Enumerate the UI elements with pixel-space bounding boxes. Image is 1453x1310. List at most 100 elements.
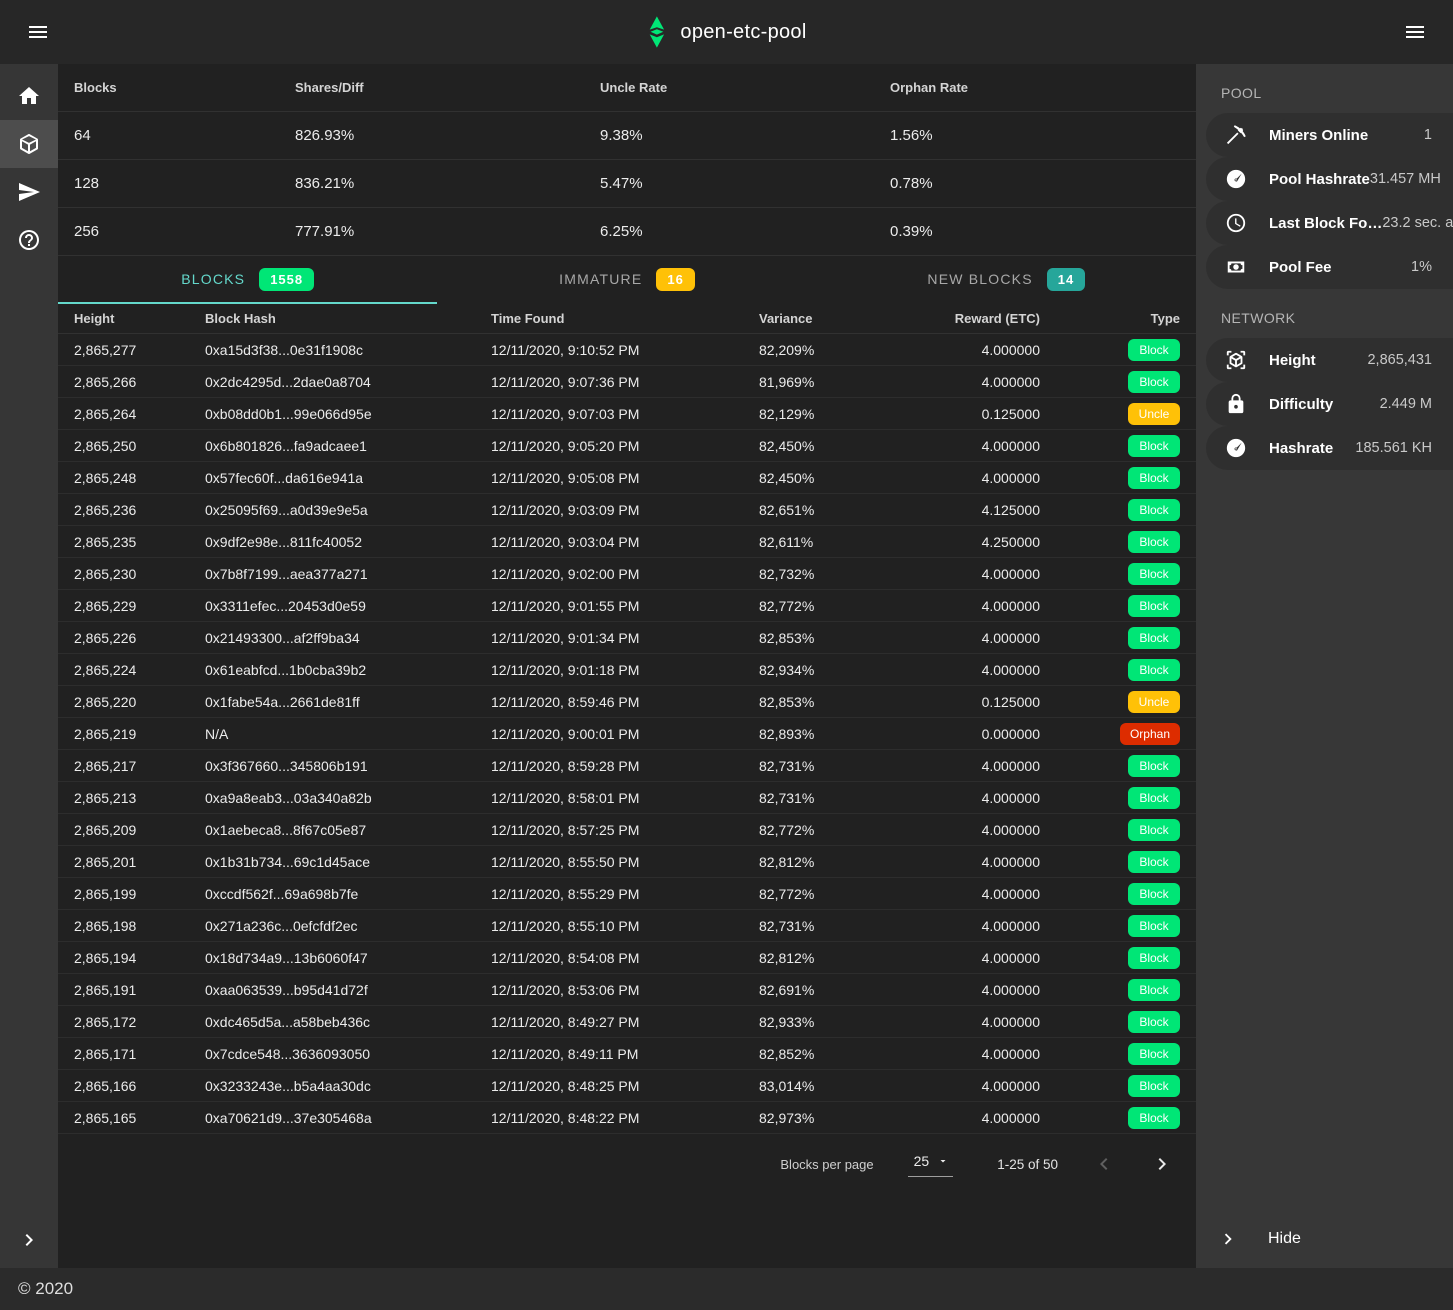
stat-value: 185.561 KH	[1355, 440, 1432, 456]
table-row[interactable]: 2,865,277 0xa15d3f38...0e31f1908c 12/11/…	[58, 334, 1196, 366]
stat-pool-fee: Pool Fee 1%	[1206, 245, 1453, 289]
nav-help[interactable]	[0, 216, 58, 264]
nav-payments[interactable]	[0, 168, 58, 216]
type-badge: Block	[1128, 787, 1180, 809]
stat-label: Miners Online	[1269, 127, 1368, 144]
table-row[interactable]: 2,865,224 0x61eabfcd...1b0cba39b2 12/11/…	[58, 654, 1196, 686]
type-badge: Block	[1128, 1011, 1180, 1033]
table-row[interactable]: 2,865,219 N/A 12/11/2020, 9:00:01 PM 82,…	[58, 718, 1196, 750]
type-badge: Block	[1128, 467, 1180, 489]
stat-miners-online: Miners Online 1	[1206, 113, 1453, 157]
table-row[interactable]: 2,865,172 0xdc465d5a...a58beb436c 12/11/…	[58, 1006, 1196, 1038]
table-row[interactable]: 2,865,166 0x3233243e...b5a4aa30dc 12/11/…	[58, 1070, 1196, 1102]
type-badge: Block	[1128, 915, 1180, 937]
hide-drawer-button[interactable]: Hide	[1196, 1210, 1453, 1268]
chevron-right-icon	[1150, 1152, 1174, 1176]
menu-right-button[interactable]	[1395, 12, 1435, 52]
tab-count-badge: 14	[1047, 268, 1085, 291]
type-badge: Block	[1128, 499, 1180, 521]
type-badge: Block	[1128, 819, 1180, 841]
stat-value: 2.449 M	[1380, 396, 1432, 412]
tab-blocks[interactable]: BLOCKS 1558	[58, 256, 437, 304]
col-header-variance: Variance	[759, 311, 924, 326]
table-row[interactable]: 2,865,209 0x1aebeca8...8f67c05e87 12/11/…	[58, 814, 1196, 846]
table-row[interactable]: 2,865,250 0x6b801826...fa9adcaee1 12/11/…	[58, 430, 1196, 462]
cash-icon	[1225, 256, 1247, 278]
main-content: Blocks Shares/Diff Uncle Rate Orphan Rat…	[58, 64, 1196, 1268]
type-badge: Block	[1128, 851, 1180, 873]
stat-pool-hashrate: Pool Hashrate 31.457 MH	[1206, 157, 1453, 201]
table-row[interactable]: 2,865,266 0x2dc4295d...2dae0a8704 12/11/…	[58, 366, 1196, 398]
table-row[interactable]: 2,865,199 0xccdf562f...69a698b7fe 12/11/…	[58, 878, 1196, 910]
stats-col-header: Blocks	[74, 80, 295, 95]
type-badge: Block	[1128, 1043, 1180, 1065]
tab-label: IMMATURE	[559, 271, 642, 287]
page-range: 1-25 of 50	[997, 1157, 1058, 1172]
pool-section-title: POOL	[1196, 64, 1453, 113]
table-row[interactable]: 2,865,230 0x7b8f7199...aea377a271 12/11/…	[58, 558, 1196, 590]
cube-scan-icon	[1225, 349, 1247, 371]
page-footer: © 2020	[0, 1268, 1453, 1310]
stat-label: Last Block Fo…	[1269, 215, 1382, 232]
stats-drawer: POOL Miners Online 1 Pool Hashrate 31.45…	[1196, 64, 1453, 1268]
col-header-reward: Reward (ETC)	[924, 311, 1044, 326]
chevron-left-icon	[1092, 1152, 1116, 1176]
table-row[interactable]: 2,865,226 0x21493300...af2ff9ba34 12/11/…	[58, 622, 1196, 654]
stat-value: 1%	[1411, 259, 1432, 275]
chevron-right-icon	[17, 1228, 41, 1252]
tab-count-badge: 16	[656, 268, 694, 291]
pickaxe-icon	[1225, 124, 1247, 146]
table-row[interactable]: 2,865,264 0xb08dd0b1...99e066d95e 12/11/…	[58, 398, 1196, 430]
tab-new-blocks[interactable]: NEW BLOCKS 14	[817, 256, 1196, 304]
table-row[interactable]: 2,865,217 0x3f367660...345806b191 12/11/…	[58, 750, 1196, 782]
rail-expand-button[interactable]	[0, 1216, 58, 1264]
gauge-icon	[1225, 168, 1247, 190]
table-row[interactable]: 2,865,229 0x3311efec...20453d0e59 12/11/…	[58, 590, 1196, 622]
per-page-select[interactable]: 25	[908, 1151, 954, 1177]
type-badge: Block	[1128, 947, 1180, 969]
blocks-table: Height Block Hash Time Found Variance Re…	[58, 304, 1196, 1134]
table-row[interactable]: 2,865,236 0x25095f69...a0d39e9e5a 12/11/…	[58, 494, 1196, 526]
col-header-type: Type	[1044, 311, 1180, 326]
stat-value: 23.2 sec. ago	[1382, 215, 1453, 231]
table-row[interactable]: 2,865,191 0xaa063539...b95d41d72f 12/11/…	[58, 974, 1196, 1006]
network-section-title: NETWORK	[1196, 289, 1453, 338]
stat-value: 31.457 MH	[1370, 171, 1441, 187]
blocks-table-header: Height Block Hash Time Found Variance Re…	[58, 304, 1196, 334]
stats-col-header: Orphan Rate	[890, 80, 1180, 95]
type-badge: Block	[1128, 979, 1180, 1001]
tab-label: BLOCKS	[181, 271, 245, 287]
etc-logo-icon	[646, 15, 666, 49]
home-icon	[17, 84, 41, 108]
brand: open-etc-pool	[646, 15, 806, 49]
type-badge: Block	[1128, 339, 1180, 361]
table-row[interactable]: 2,865,248 0x57fec60f...da616e941a 12/11/…	[58, 462, 1196, 494]
prev-page-button[interactable]	[1092, 1152, 1116, 1176]
stat-network-difficulty: Difficulty 2.449 M	[1206, 382, 1453, 426]
table-row[interactable]: 2,865,213 0xa9a8eab3...03a340a82b 12/11/…	[58, 782, 1196, 814]
table-row[interactable]: 2,865,220 0x1fabe54a...2661de81ff 12/11/…	[58, 686, 1196, 718]
table-row[interactable]: 2,865,198 0x271a236c...0efcfdf2ec 12/11/…	[58, 910, 1196, 942]
clock-icon	[1225, 212, 1247, 234]
table-row[interactable]: 2,865,201 0x1b31b734...69c1d45ace 12/11/…	[58, 846, 1196, 878]
stat-value: 1	[1424, 127, 1432, 143]
nav-home[interactable]	[0, 72, 58, 120]
stats-row: 128 836.21% 5.47% 0.78%	[58, 160, 1196, 208]
stats-rows: 64 826.93% 9.38% 1.56% 128 836.21% 5.47%…	[58, 112, 1196, 256]
stat-label: Height	[1269, 352, 1316, 369]
stats-col-header: Shares/Diff	[295, 80, 600, 95]
menu-left-button[interactable]	[18, 12, 58, 52]
per-page-value: 25	[914, 1153, 930, 1169]
tab-immature[interactable]: IMMATURE 16	[437, 256, 816, 304]
stat-last-block-found: Last Block Fo… 23.2 sec. ago	[1206, 201, 1453, 245]
type-badge: Orphan	[1120, 723, 1180, 745]
table-row[interactable]: 2,865,235 0x9df2e98e...811fc40052 12/11/…	[58, 526, 1196, 558]
tab-label: NEW BLOCKS	[927, 271, 1032, 287]
table-row[interactable]: 2,865,171 0x7cdce548...3636093050 12/11/…	[58, 1038, 1196, 1070]
nav-blocks[interactable]	[0, 120, 58, 168]
table-row[interactable]: 2,865,194 0x18d734a9...13b6060f47 12/11/…	[58, 942, 1196, 974]
blocks-table-body: 2,865,277 0xa15d3f38...0e31f1908c 12/11/…	[58, 334, 1196, 1134]
type-badge: Block	[1128, 1075, 1180, 1097]
table-row[interactable]: 2,865,165 0xa70621d9...37e305468a 12/11/…	[58, 1102, 1196, 1134]
next-page-button[interactable]	[1150, 1152, 1174, 1176]
